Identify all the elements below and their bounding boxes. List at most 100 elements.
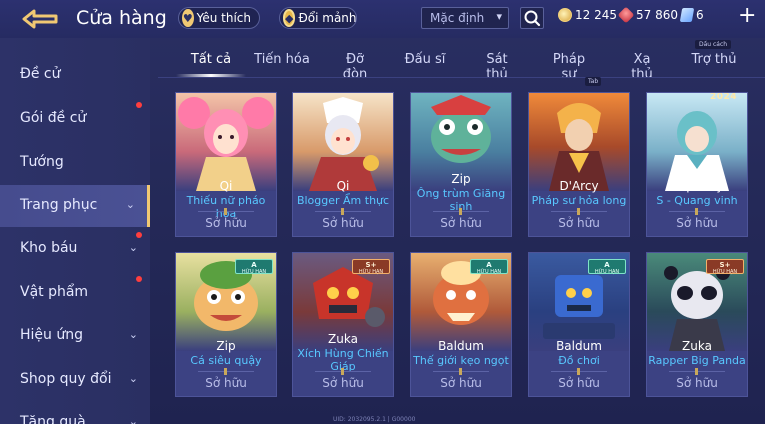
badge-tier: A	[251, 261, 257, 269]
chevron-down-icon: ⌄	[128, 415, 138, 424]
sidebar-item-treasure[interactable]: Kho báu ⌄	[0, 228, 150, 270]
category-tabs: Tất cả Tiến hóa Đỡ đòn Đấu sĩ Sát thủ Ph…	[158, 52, 765, 82]
sidebar-item-heroes[interactable]: Tướng	[0, 142, 150, 184]
tab-fighter[interactable]: Đấu sĩ	[404, 52, 446, 67]
badge-text: HỮU HẠN	[594, 269, 620, 275]
chevron-down-icon: ⌄	[125, 198, 135, 211]
fragment-exchange-button[interactable]: ◆ Đổi mảnh	[279, 7, 357, 29]
ticket-amount: 6	[696, 8, 704, 22]
sidebar-item-gifting[interactable]: Tặng quà ⌄	[0, 402, 150, 424]
divider	[551, 208, 607, 215]
page-title: Cửa hàng	[76, 7, 167, 29]
tab-evolution[interactable]: Tiến hóa	[254, 52, 310, 67]
owned-status: Sở hữu	[440, 216, 482, 230]
skin-card[interactable]: Zip Ông trùm Giăng sinh Sở hữu	[410, 92, 512, 237]
ruby-icon	[617, 6, 635, 24]
heart-icon: ♥	[182, 9, 194, 27]
hero-name: Capheny	[670, 179, 724, 193]
divider	[315, 368, 371, 375]
search-button[interactable]	[520, 7, 544, 29]
sidebar-item-effects[interactable]: Hiệu ứng ⌄	[0, 315, 150, 357]
notification-dot	[136, 276, 142, 282]
sidebar-item-featured-packs[interactable]: Gói đề cử	[0, 98, 150, 140]
favorite-label: Yêu thích	[196, 11, 251, 25]
sidebar-item-label: Tặng quà	[20, 414, 86, 424]
divider	[315, 208, 371, 215]
owned-status: Sở hữu	[322, 216, 364, 230]
divider	[669, 208, 725, 215]
skin-artwork	[293, 93, 393, 191]
hero-name: Zuka	[328, 332, 358, 346]
footer-uid-text: UID: 2032095.2.1 | G00000	[333, 416, 416, 423]
tab-key-hint: Tab	[585, 77, 602, 86]
skin-card[interactable]: A HỮU HẠN Baldum Thế giới kẹo ngọt Sở hữ…	[410, 252, 512, 397]
tab-all[interactable]: Tất cả	[188, 52, 234, 67]
owned-status: Sở hữu	[440, 376, 482, 390]
owned-status: Sở hữu	[676, 216, 718, 230]
limited-badge: A HỮU HẠN	[470, 259, 508, 275]
sidebar-item-label: Shop quy đổi	[20, 371, 112, 387]
ticket-counter: 6	[679, 8, 704, 22]
chevron-down-icon: ⌄	[128, 372, 138, 385]
back-arrow-icon	[22, 9, 58, 29]
badge-tier: A	[486, 261, 492, 269]
divider	[669, 368, 725, 375]
limited-badge: S+ HỮU HẠN	[706, 259, 744, 275]
skin-card[interactable]: S+ HỮU HẠN Zuka Xích Hùng Chiến Giáp Sở …	[292, 252, 394, 397]
skin-name: Cá siêu quậy	[190, 354, 262, 367]
badge-text: HỮU HẠN	[241, 269, 267, 275]
divider	[198, 368, 254, 375]
sidebar-item-exchange-shop[interactable]: Shop quy đổi ⌄	[0, 359, 150, 401]
add-currency-button[interactable]: +	[738, 5, 756, 29]
badge-tier: A	[604, 261, 610, 269]
sidebar: Đề cử Gói đề cử Tướng Trang phục ⌄ Kho b…	[0, 38, 150, 424]
active-tab-indicator	[176, 74, 246, 77]
sort-value: Mặc định	[430, 11, 485, 25]
skin-name: Đồ chơi	[558, 354, 600, 367]
sidebar-item-label: Trang phục	[20, 197, 98, 213]
gold-amount: 12 245	[575, 8, 617, 22]
sidebar-item-items[interactable]: Vật phẩm	[0, 272, 150, 314]
divider	[198, 208, 254, 215]
divider	[433, 368, 489, 375]
plus-icon: +	[738, 3, 757, 28]
ruby-amount: 57 860	[636, 8, 678, 22]
skin-artwork	[647, 93, 747, 191]
skin-card[interactable]: Qi Thiếu nữ pháo hoa Sở hữu	[175, 92, 277, 237]
sidebar-item-featured[interactable]: Đề cử	[0, 54, 150, 96]
skin-portrait-image	[529, 93, 629, 191]
hero-name: Qi	[336, 179, 350, 193]
ruby-counter: 57 860	[617, 6, 678, 24]
back-button[interactable]	[18, 9, 60, 29]
search-icon	[524, 10, 541, 27]
limited-badge: S+ HỮU HẠN	[352, 259, 390, 275]
sidebar-item-label: Gói đề cử	[20, 110, 87, 126]
favorite-button[interactable]: ♥ Yêu thích	[178, 7, 260, 29]
chevron-down-icon: ▾	[496, 10, 502, 23]
skin-card[interactable]: D'Arcy Pháp sư hỏa long Sở hữu	[528, 92, 630, 237]
hero-name: Zip	[216, 339, 236, 353]
sort-dropdown[interactable]: Mặc định ▾	[421, 7, 509, 29]
badge-tier: S+	[719, 261, 731, 269]
badge-tier: S+	[365, 261, 377, 269]
limited-badge: A HỮU HẠN	[588, 259, 626, 275]
sidebar-item-label: Tướng	[20, 154, 64, 170]
space-key-hint: Dấu cách	[695, 40, 732, 49]
gold-coin-icon	[558, 8, 572, 22]
ticket-icon	[679, 8, 695, 22]
fragment-label: Đổi mảnh	[298, 11, 357, 25]
skin-card[interactable]: A HỮU HẠN Zip Cá siêu quậy Sở hữu	[175, 252, 277, 397]
sidebar-item-label: Hiệu ứng	[20, 327, 83, 343]
owned-status: Sở hữu	[322, 376, 364, 390]
sidebar-item-label: Kho báu	[20, 240, 78, 256]
skin-card[interactable]: S+ HỮU HẠN Zuka Rapper Big Panda Sở hữu	[646, 252, 748, 397]
skin-card[interactable]: 2024 Capheny S - Quang vinh Sở hữu	[646, 92, 748, 237]
skin-portrait-image	[647, 93, 747, 191]
badge-text: HỮU HẠN	[712, 269, 738, 275]
skin-card[interactable]: A HỮU HẠN Baldum Đồ chơi Sở hữu	[528, 252, 630, 397]
skin-card[interactable]: Qi Blogger Ẩm thực Sở hữu	[292, 92, 394, 237]
year-tag: 2024	[709, 92, 737, 102]
tab-support[interactable]: Trợ thủ	[691, 52, 737, 67]
skin-artwork	[529, 93, 629, 191]
sidebar-item-skins[interactable]: Trang phục ⌄	[0, 185, 150, 227]
